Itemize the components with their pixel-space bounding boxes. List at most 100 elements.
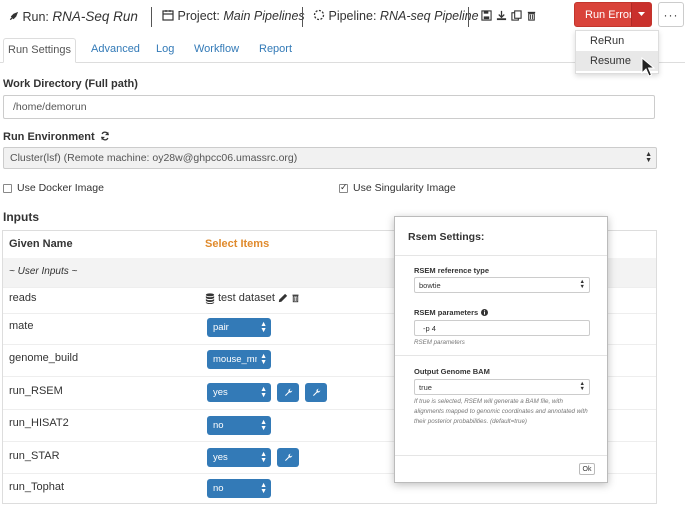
output-bam-help: If true is selected, RSEM will generate … <box>414 398 588 425</box>
select-arrows-icon: ▲ ▼ <box>260 320 267 334</box>
rocket-icon <box>9 11 19 21</box>
refresh-icon[interactable] <box>100 131 110 141</box>
reads-value: test dataset <box>205 292 300 304</box>
run-env-select[interactable]: Cluster(lsf) (Remote machine: oy28w@ghpc… <box>3 147 657 169</box>
ok-button[interactable]: Ok <box>579 463 595 475</box>
pipeline-label: Pipeline: <box>328 9 377 23</box>
tab-workflow[interactable]: Workflow <box>194 38 239 63</box>
modal-section-divider <box>395 355 607 356</box>
rsem-settings-button[interactable] <box>277 383 299 402</box>
docker-label: Use Docker Image <box>17 182 104 194</box>
select-arrows-icon: ▲ ▼ <box>260 352 267 366</box>
project-label: Project: <box>177 9 220 23</box>
select-arrows-icon: ▲ ▼ <box>645 151 652 164</box>
run-tophat-select[interactable]: no ▲ ▼ <box>207 479 271 498</box>
run-env-label: Run Environment <box>3 131 110 143</box>
wrench-icon <box>284 388 292 396</box>
trash-icon[interactable] <box>526 10 537 21</box>
header-separator <box>302 7 303 27</box>
pencil-icon[interactable] <box>278 293 288 303</box>
user-inputs-group-label: ~ User Inputs ~ <box>9 266 78 277</box>
mate-select[interactable]: pair ▲ ▼ <box>207 318 271 337</box>
run-name[interactable]: RNA-Seq Run <box>52 9 138 24</box>
tab-report[interactable]: Report <box>259 38 292 63</box>
select-arrows-icon: ▲ ▼ <box>260 385 267 399</box>
rsem-ref-type-select[interactable]: bowtie ▲ ▼ <box>414 277 590 293</box>
workdir-label: Work Directory (Full path) <box>3 78 138 90</box>
header-separator <box>151 7 152 27</box>
input-name-run-star: run_STAR <box>9 450 60 462</box>
project-name[interactable]: Main Pipelines <box>223 9 304 23</box>
project-info: Project: Main Pipelines <box>162 9 305 23</box>
workdir-value: /home/demorun <box>13 101 87 113</box>
genome-build-select[interactable]: mouse_mm10 ▲▼ <box>207 350 271 369</box>
docker-checkbox-row: Use Docker Image <box>3 182 104 194</box>
input-name-run-tophat: run_Tophat <box>9 481 65 493</box>
more-options-button[interactable]: ··· <box>658 2 684 27</box>
run-error-label: Run Error <box>585 8 633 21</box>
run-options-toggle[interactable] <box>631 3 651 26</box>
select-arrows-icon: ▲ ▼ <box>260 418 267 432</box>
run-env-value: Cluster(lsf) (Remote machine: oy28w@ghpc… <box>10 152 298 164</box>
mouse-cursor-icon <box>641 57 655 77</box>
rsem-params-help: RSEM parameters <box>414 339 465 346</box>
trash-icon[interactable] <box>291 293 300 303</box>
calendar-icon <box>162 10 174 21</box>
select-items-header: Select Items <box>205 238 270 250</box>
select-arrows-icon: ▲ ▼ <box>579 381 585 392</box>
output-bam-label: Output Genome BAM <box>414 367 490 376</box>
tab-advanced[interactable]: Advanced <box>91 38 140 63</box>
tab-run-settings[interactable]: Run Settings <box>3 38 76 63</box>
modal-header-divider <box>395 255 607 256</box>
workdir-input[interactable]: /home/demorun <box>3 95 655 119</box>
singularity-checkbox-row: Use Singularity Image <box>339 182 456 194</box>
run-hisat2-value: no <box>213 420 224 431</box>
output-bam-value: true <box>419 382 432 392</box>
header-separator <box>468 7 469 27</box>
rsem-params-label-text: RSEM parameters <box>414 308 479 317</box>
genome-build-value: mouse_mm10 <box>213 354 257 365</box>
rsem-settings-modal: Rsem Settings: RSEM reference type bowti… <box>394 216 608 483</box>
reads-dataset-name[interactable]: test dataset <box>218 292 275 304</box>
given-name-header: Given Name <box>9 238 73 250</box>
database-icon <box>205 292 215 304</box>
input-name-genome-build: genome_build <box>9 352 79 364</box>
info-icon[interactable] <box>481 309 489 316</box>
docker-checkbox[interactable] <box>3 183 12 193</box>
copy-icon[interactable] <box>511 10 522 21</box>
singularity-checkbox[interactable] <box>339 182 348 193</box>
save-icon[interactable] <box>481 10 492 21</box>
input-name-run-hisat2: run_HISAT2 <box>9 417 69 429</box>
output-bam-select[interactable]: true ▲ ▼ <box>414 379 590 395</box>
download-icon[interactable] <box>496 10 507 21</box>
run-rsem-select[interactable]: yes ▲ ▼ <box>207 383 271 402</box>
rsem-ref-type-value: bowtie <box>419 280 441 290</box>
inputs-title: Inputs <box>3 210 39 224</box>
pipeline-name[interactable]: RNA-seq Pipeline <box>380 9 479 23</box>
run-tophat-value: no <box>213 483 224 494</box>
tab-log[interactable]: Log <box>156 38 174 63</box>
rerun-menu-item[interactable]: ReRun <box>576 31 658 51</box>
run-error-button[interactable]: Run Error <box>574 2 652 27</box>
input-name-run-rsem: run_RSEM <box>9 385 63 397</box>
modal-footer-divider <box>395 455 607 456</box>
star-settings-button[interactable] <box>277 448 299 467</box>
run-rsem-value: yes <box>213 387 228 398</box>
rsem-ref-type-label: RSEM reference type <box>414 266 490 275</box>
input-name-mate: mate <box>9 320 34 332</box>
run-star-select[interactable]: yes ▲ ▼ <box>207 448 271 467</box>
select-arrows-icon: ▲ ▼ <box>260 481 267 495</box>
select-arrows-icon: ▲ ▼ <box>579 279 585 290</box>
run-label: Run: <box>22 10 49 24</box>
caret-down-icon <box>638 12 645 16</box>
mate-value: pair <box>213 322 229 333</box>
rsem-params-input[interactable]: -p 4 <box>414 320 590 336</box>
wrench-icon <box>312 388 320 396</box>
run-title: Run: RNA-Seq Run <box>8 9 138 24</box>
modal-title: Rsem Settings: <box>408 231 485 243</box>
singularity-label: Use Singularity Image <box>353 182 456 194</box>
rsem-settings-button-2[interactable] <box>305 383 327 402</box>
spinner-icon <box>313 9 325 21</box>
rsem-params-value: -p 4 <box>423 323 436 333</box>
run-hisat2-select[interactable]: no ▲ ▼ <box>207 416 271 435</box>
